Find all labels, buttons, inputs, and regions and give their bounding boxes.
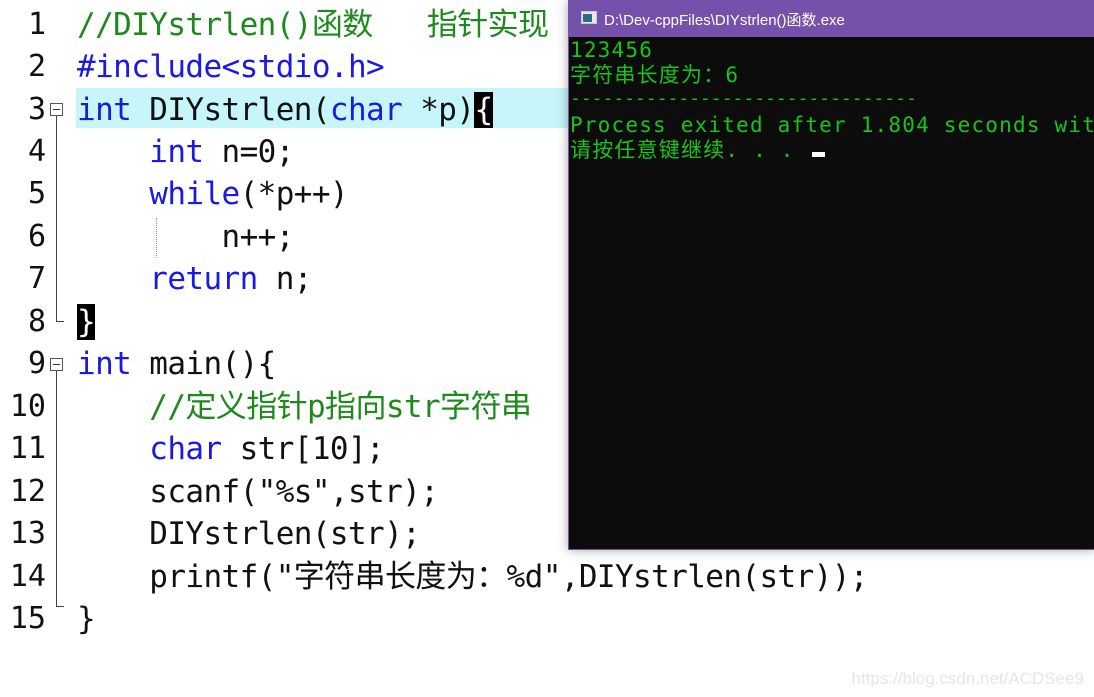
code-text[interactable]: int DIYstrlen(char *p){ [77,90,493,130]
console-prompt-text: 请按任意键继续. . . [570,138,809,162]
keyword-token: return [149,261,258,297]
code-text[interactable]: int n=0; [77,132,294,172]
line-number: 1 [27,7,46,42]
comment-token: //定义指针p指向str字符串 [149,389,532,425]
keyword-token: char [149,431,222,467]
code-text[interactable]: //DIYstrlen()函数 指针实现 [77,5,549,45]
fold-guide-line [56,116,57,322]
code-text[interactable]: printf("字符串长度为：%d",DIYstrlen(str)); [77,557,868,597]
console-title-bar[interactable]: D:\Dev-cppFiles\DIYstrlen()函数.exe [569,0,1094,37]
line-number: 9 [27,346,46,381]
code-token: scanf("%s",str); [77,474,439,510]
code-text[interactable]: char str[10]; [77,429,384,469]
code-text[interactable]: n++; [77,217,295,257]
code-text[interactable]: int main(){ [77,344,276,384]
line-number: 3 [27,92,46,127]
line-number: 14 [9,559,46,594]
fold-end-marker [56,321,64,322]
console-cursor [812,152,826,157]
line-number: 13 [9,516,46,551]
code-token: DIYstrlen(str); [77,516,421,552]
code-token: DIYstrlen( [131,92,330,128]
keyword-token: int [77,92,132,128]
code-text[interactable]: #include<stdio.h> [77,47,385,87]
code-text[interactable]: return n; [77,259,312,299]
console-title: D:\Dev-cppFiles\DIYstrlen()函数.exe [604,12,845,29]
code-text[interactable]: } [77,302,96,342]
line-number: 12 [9,474,46,509]
code-token: n; [257,261,313,297]
console-line: Process exited after 1.804 seconds with … [570,113,1094,137]
line-number: 2 [27,49,46,84]
console-output: 123456 字符串长度为：6 ------------------------… [570,37,1094,548]
keyword-token: int [149,134,204,170]
console-app-icon [581,11,597,24]
line-number: 6 [27,219,46,254]
code-line[interactable]: 15} [0,599,1094,641]
line-number: 8 [27,304,46,339]
console-separator: -------------------------------- [570,88,917,109]
console-line: 字符串长度为：6 [570,63,740,87]
fold-guide-line [56,371,57,607]
code-text[interactable]: //定义指针p指向str字符串 [77,387,532,427]
code-text[interactable]: while(*p++) [77,174,348,214]
code-token: (*p++) [239,176,349,212]
indent-guide [156,218,157,258]
line-number: 11 [9,431,46,466]
keyword-token: while [149,176,240,212]
console-window[interactable]: D:\Dev-cppFiles\DIYstrlen()函数.exe 123456… [568,0,1094,550]
console-prompt-line: 请按任意键继续. . . [570,137,826,163]
code-token: } [77,601,96,637]
keyword-token: int [77,346,132,382]
bracket-match-token: { [474,92,493,128]
code-text[interactable]: } [77,599,96,639]
line-number: 5 [27,176,46,211]
line-number: 4 [27,134,46,169]
code-token: printf("字符串长度为：%d",DIYstrlen(str)); [77,559,868,595]
code-text[interactable]: scanf("%s",str); [77,472,439,512]
preprocessor-token: #include<stdio.h> [77,49,385,85]
code-token: n++; [77,219,295,255]
code-token: main(){ [131,346,276,382]
fold-toggle-icon[interactable] [50,358,63,371]
fold-end-marker [56,606,64,607]
code-token: n=0; [203,134,295,170]
code-line[interactable]: 14 printf("字符串长度为：%d",DIYstrlen(str)); [0,557,1094,599]
code-text[interactable]: DIYstrlen(str); [77,514,421,554]
line-number: 7 [27,261,46,296]
comment-token: //DIYstrlen()函数 指针实现 [77,7,549,43]
line-number: 15 [9,601,46,636]
watermark: https://blog.csdn.net/ACDSee9 [851,669,1084,688]
bracket-match-token: } [77,304,96,340]
code-token: *p) [402,92,475,128]
line-number: 10 [9,389,46,424]
code-token: str[10]; [221,431,385,467]
console-line: 123456 [570,38,654,62]
fold-toggle-icon[interactable] [50,103,63,116]
keyword-token: char [329,92,403,128]
